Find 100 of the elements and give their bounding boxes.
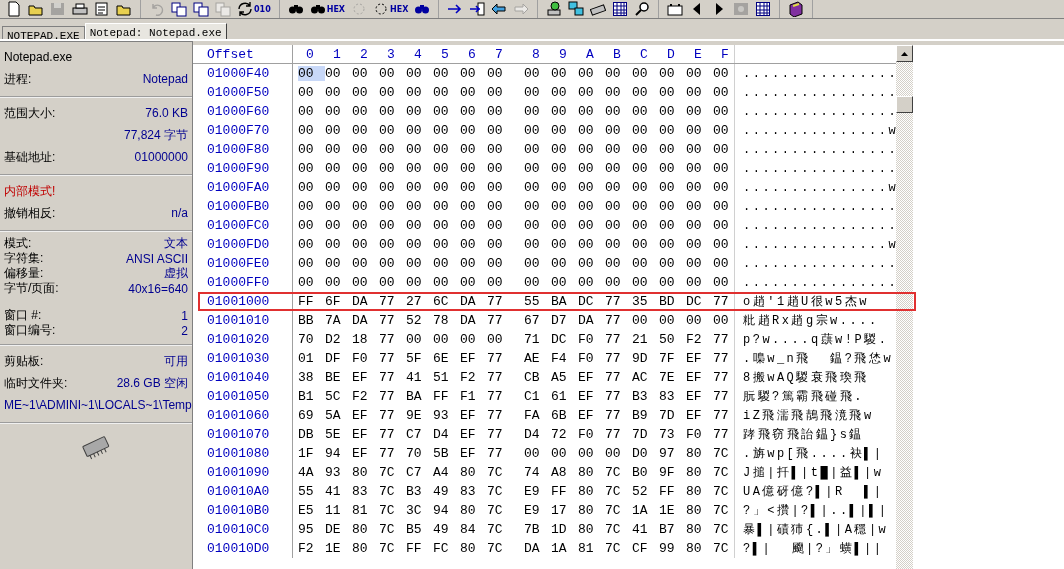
hex-byte: 1E — [325, 541, 342, 556]
hex-byte: 00 — [487, 142, 504, 157]
hex-byte: 00 — [659, 66, 676, 81]
hex-byte: 00 — [605, 446, 622, 461]
hex-byte: 00 — [659, 161, 676, 176]
hex-byte: 00 — [460, 332, 477, 347]
hex-byte: EF — [460, 427, 477, 442]
info-value: 文本 — [164, 235, 188, 252]
hex-byte: 80 — [686, 484, 703, 499]
grid-button[interactable] — [755, 0, 772, 18]
info-value: 01000000 — [134, 150, 188, 164]
binoculars-button[interactable]: HEX — [309, 0, 346, 18]
document-tab[interactable]: NOTEPAD.EXE — [2, 26, 85, 39]
hex-byte: 00 — [686, 275, 703, 290]
hex-byte: 00 — [551, 161, 568, 176]
ascii-text: 粃趙Rx趙g宗w.... — [742, 313, 879, 329]
arrow-into-page-button[interactable] — [469, 0, 486, 18]
document-button[interactable] — [94, 0, 110, 18]
hex-byte: 00 — [487, 123, 504, 138]
hex-byte: 77 — [713, 294, 730, 309]
hex-byte: 00 — [460, 104, 477, 119]
dotted-circle-button[interactable]: HEX — [373, 0, 409, 18]
offset-cell: 01001050 — [207, 389, 270, 404]
info-label: 基础地址: — [4, 148, 56, 166]
hex-byte: 5E — [325, 427, 342, 442]
hex-byte: 00 — [524, 66, 541, 81]
hex-byte: 00 — [460, 237, 477, 252]
scrollbar[interactable] — [896, 45, 913, 569]
hex-byte: DA — [460, 313, 477, 328]
copy-button[interactable] — [171, 0, 187, 18]
hex-byte: 1A — [551, 541, 568, 556]
hex-byte: 00 — [325, 85, 342, 100]
offset-cell: 01000F50 — [207, 85, 270, 100]
hex-byte: 00 — [406, 199, 423, 214]
hex-byte: 7C — [379, 503, 396, 518]
hex-byte: 00 — [524, 85, 541, 100]
hex-byte: 7C — [487, 522, 504, 537]
hex-byte: A5 — [551, 370, 568, 385]
hex-byte: EF — [686, 389, 703, 404]
hex-byte: 00 — [713, 180, 730, 195]
hex-byte: 35 — [632, 294, 649, 309]
column-header: D — [666, 46, 676, 62]
hex-byte: 00 — [379, 218, 396, 233]
hex-byte: 7C — [713, 503, 730, 518]
hex-byte: B9 — [632, 408, 649, 423]
hex-byte: 00 — [433, 256, 450, 271]
hex-byte: BA — [406, 389, 423, 404]
hex-byte: 00 — [433, 123, 450, 138]
hex-byte: 77 — [487, 408, 504, 423]
grid-icon — [755, 1, 772, 17]
hex-byte: F0 — [352, 351, 369, 366]
windows-button[interactable] — [568, 0, 585, 18]
left-arrow-icon — [491, 1, 508, 17]
column-header: 4 — [413, 46, 423, 62]
hex-byte: 00 — [524, 142, 541, 157]
hex-byte: 00 — [352, 161, 369, 176]
hex-byte: B3 — [406, 484, 423, 499]
hex-byte: F1 — [460, 389, 477, 404]
book-button[interactable] — [788, 0, 805, 18]
hex-byte: 00 — [551, 256, 568, 271]
hex-byte: 00 — [659, 218, 676, 233]
hex-byte: 70 — [298, 332, 315, 347]
hex-byte: 00 — [713, 66, 730, 81]
hex-byte: 00 — [686, 123, 703, 138]
disk-button[interactable] — [546, 0, 563, 18]
printer-icon — [72, 1, 88, 17]
hex-byte: 72 — [551, 427, 568, 442]
up-arrow-icon[interactable] — [901, 51, 908, 56]
hex-byte: 00 — [605, 218, 622, 233]
printer-button[interactable] — [72, 0, 88, 18]
copy-button[interactable] — [193, 0, 209, 18]
hex-byte: 77 — [379, 446, 396, 461]
hex-byte: 00 — [325, 256, 342, 271]
document-tab[interactable]: Notepad: Notepad.exe — [84, 23, 227, 39]
scroll-thumb[interactable] — [896, 96, 913, 113]
info-value: 76.0 KB — [145, 106, 188, 120]
hex-byte: 00 — [605, 66, 622, 81]
hex-byte: 7B — [524, 522, 541, 537]
info-value: ME~1\ADMINI~1\LOCALS~1\Temp — [4, 398, 192, 412]
hex-byte: 77 — [379, 427, 396, 442]
hex-byte: 00 — [433, 180, 450, 195]
hex-byte: 00 — [460, 123, 477, 138]
offset-cell: 010010C0 — [207, 522, 270, 537]
ascii-text: UA億砑億?▌|R ▌| — [742, 484, 884, 500]
hex-byte: 00 — [605, 256, 622, 271]
curved-arrow-button[interactable]: 010 — [237, 0, 271, 18]
hex-byte: DC — [551, 332, 568, 347]
hex-byte: F0 — [578, 427, 595, 442]
copy-icon — [215, 1, 231, 17]
hex-byte: 00 — [325, 218, 342, 233]
hex-byte: B0 — [632, 465, 649, 480]
new-file-button[interactable] — [6, 0, 22, 18]
ascii-text: ?▌| 飅|?」蟥▌|| — [742, 541, 884, 557]
hex-byte: 00 — [460, 85, 477, 100]
search-button[interactable] — [634, 0, 651, 18]
info-value: Notepad — [142, 72, 188, 86]
grid-button[interactable] — [612, 0, 629, 18]
hex-byte: 00 — [352, 237, 369, 252]
hex-byte: 00 — [713, 104, 730, 119]
hex-byte: 00 — [460, 218, 477, 233]
